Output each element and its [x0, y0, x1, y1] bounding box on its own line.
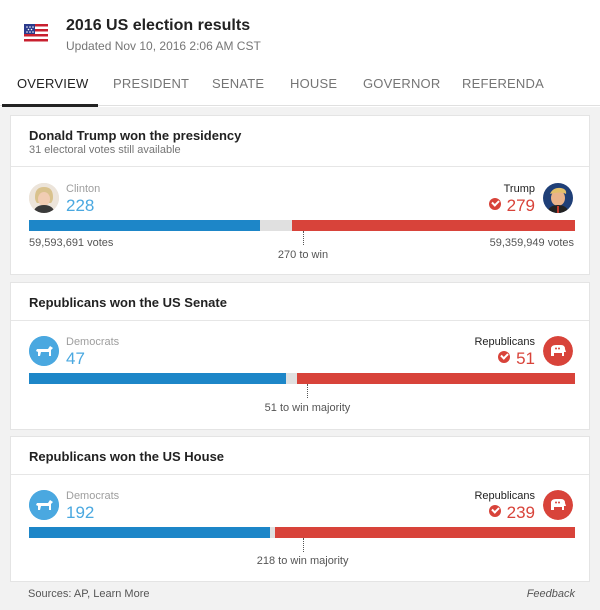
house-democrats-name: Democrats [66, 490, 120, 502]
senate-card-header: Republicans won the US Senate [11, 283, 589, 321]
senate-republican-bar [296, 373, 575, 384]
president-card[interactable]: Donald Trump won the presidency 31 elect… [10, 115, 590, 275]
president-results-bar [29, 220, 575, 231]
senate-democrat-bar [29, 373, 286, 384]
winner-check-icon [488, 505, 501, 517]
trump-popular-votes: 59,359,949 votes [489, 237, 574, 249]
tab-referenda[interactable]: REFERENDA [462, 76, 544, 91]
feedback-link[interactable]: Feedback [527, 588, 575, 600]
updated-timestamp: Updated Nov 10, 2016 2:06 AM CST [66, 39, 261, 53]
winner-check-icon [498, 351, 511, 363]
senate-republicans-name: Republicans [474, 336, 535, 348]
results-content: Donald Trump won the presidency 31 elect… [0, 107, 600, 610]
house-card-header: Republicans won the US House [11, 437, 589, 475]
house-results-bar [29, 527, 575, 538]
us-flag-icon [24, 22, 48, 46]
senate-democrats-name: Democrats [66, 336, 120, 348]
president-republican-bar [291, 220, 575, 231]
senate-results-bar [29, 373, 575, 384]
senate-card[interactable]: Republicans won the US Senate Democrats … [10, 282, 590, 430]
senate-republicans-seats-row: 51 [498, 349, 535, 369]
trump-name: Trump [503, 183, 535, 195]
president-card-title: Donald Trump won the presidency [29, 128, 242, 143]
clinton-electoral-votes: 228 [66, 196, 95, 215]
president-card-subtitle: 31 electoral votes still available [29, 144, 181, 156]
republican-elephant-icon [543, 490, 573, 520]
house-republicans-name: Republicans [474, 490, 535, 502]
president-democrat-bar [29, 220, 261, 231]
winner-check-icon [488, 198, 501, 210]
house-card-title: Republicans won the US House [29, 449, 225, 464]
house-threshold-label: 218 to win majority [256, 555, 349, 567]
tab-president[interactable]: PRESIDENT [113, 76, 189, 91]
democrat-donkey-icon [29, 490, 59, 520]
republican-elephant-icon [543, 336, 573, 366]
tab-senate[interactable]: SENATE [212, 76, 264, 91]
president-threshold-label: 270 to win [277, 249, 329, 261]
tab-bar: OVERVIEW PRESIDENT SENATE HOUSE GOVERNOR… [0, 64, 600, 107]
senate-threshold-label: 51 to win majority [264, 402, 351, 414]
senate-threshold-marker [307, 384, 309, 398]
tab-house[interactable]: HOUSE [290, 76, 337, 91]
page-title: 2016 US election results [66, 17, 251, 34]
trump-avatar [543, 183, 573, 213]
house-threshold-marker [302, 538, 304, 552]
senate-republicans-seats: 51 [516, 349, 535, 368]
president-card-header: Donald Trump won the presidency 31 elect… [11, 116, 589, 167]
tab-overview[interactable]: OVERVIEW [17, 76, 88, 91]
house-republican-bar [275, 527, 575, 538]
footer: Sources: AP, Learn More Feedback [0, 585, 600, 605]
senate-card-title: Republicans won the US Senate [29, 295, 227, 310]
house-republicans-seats-row: 239 [488, 503, 535, 523]
clinton-name: Clinton [66, 183, 101, 195]
tab-governor[interactable]: GOVERNOR [363, 76, 440, 91]
clinton-popular-votes: 59,593,691 votes [29, 237, 114, 249]
clinton-avatar [29, 183, 59, 213]
democrat-donkey-icon [29, 336, 59, 366]
house-democrats-seats: 192 [66, 503, 95, 522]
trump-electoral-votes: 279 [506, 196, 535, 215]
senate-democrats-seats: 47 [66, 349, 85, 368]
house-republicans-seats: 239 [506, 503, 535, 522]
trump-electoral-votes-row: 279 [488, 196, 535, 216]
sources-link[interactable]: Sources: AP, Learn More [28, 588, 149, 600]
header: 2016 US election results Updated Nov 10,… [0, 0, 600, 60]
president-threshold-marker [303, 231, 304, 245]
house-card[interactable]: Republicans won the US House Democrats 1… [10, 436, 590, 582]
house-democrat-bar [29, 527, 270, 538]
